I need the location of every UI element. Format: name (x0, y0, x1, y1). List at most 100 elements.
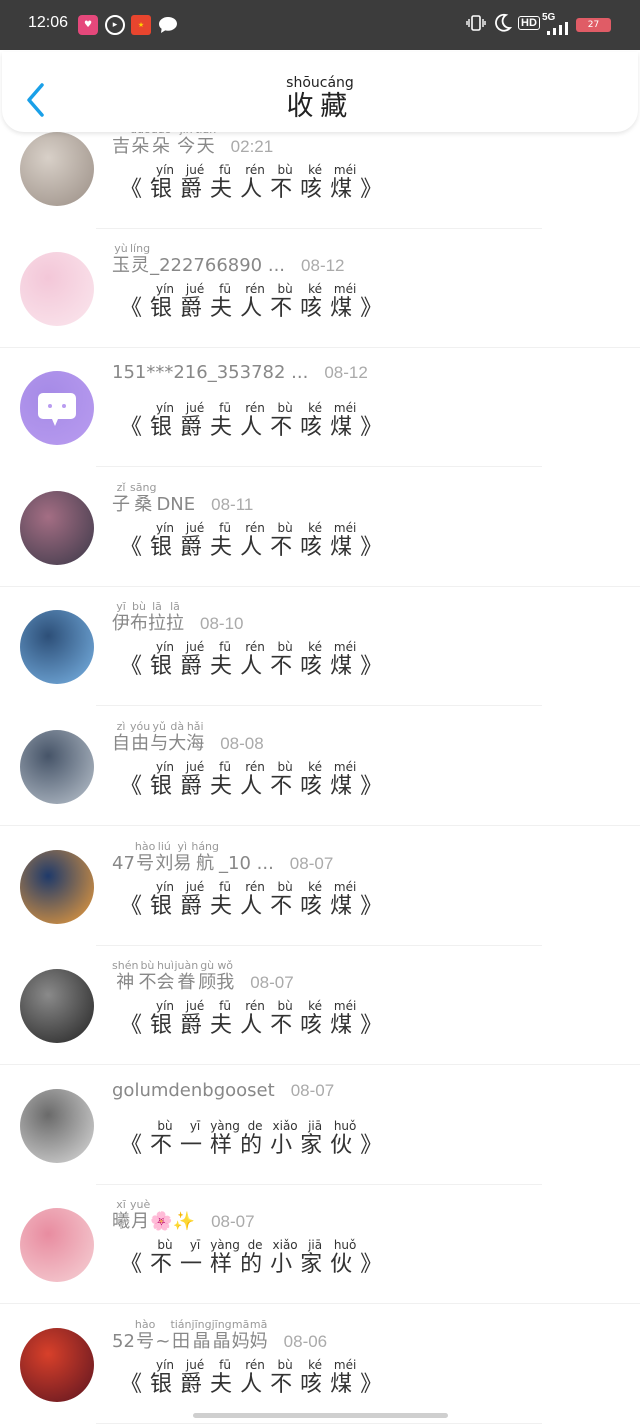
timestamp: 08-07 (211, 1212, 255, 1232)
user-avatar[interactable] (20, 1088, 94, 1163)
favorite-list-item[interactable]: golumdenbgooset 08-07 《不bù一yī样yàng的de小xiǎo… (0, 1068, 640, 1188)
book-title-glyph: 银 (150, 1013, 181, 1039)
book-title-pinyin: rén (240, 879, 271, 894)
book-title-glyph: 爵 (180, 1371, 211, 1397)
book-title-glyph: 煤 (330, 893, 361, 919)
username-char: 海hǎi (186, 720, 205, 754)
title-glyph: 藏 (319, 91, 354, 122)
user-avatar[interactable] (20, 490, 94, 565)
book-title-glyph: 》 (360, 295, 391, 321)
username-pinyin: yǔ (150, 719, 169, 733)
user-avatar[interactable] (20, 251, 94, 326)
favorite-list-item[interactable]: 曦xī月yuè🌸✨ 08-07 《不bù一yī样yàng的de小xiǎo家jiā伙h… (0, 1187, 640, 1307)
favorite-list-item[interactable]: 伊yī布bù拉lā拉lā08-10 《银yín爵jué夫fū人rén不bù咳ké煤… (0, 589, 640, 709)
book-title-glyph: 咳 (300, 295, 331, 321)
username[interactable]: 伊yī布bù拉lā拉lā08-10 (112, 600, 243, 635)
favorite-list-item[interactable]: 自zì由yóu与yǔ大dà海hǎi08-08 《银yín爵jué夫fū人rén不b… (0, 709, 640, 829)
username[interactable]: 子zǐ桑sāngDNE 08-11 (112, 481, 253, 516)
username-pinyin: juàn (174, 959, 199, 973)
favorite-list-item[interactable]: 神shén不bù会huì眷juàn顾gù我wǒ08-07 《银yín爵jué夫fū… (0, 948, 640, 1068)
favorite-list-item[interactable]: 151***216_353782 ... 08-12 《银yín爵jué夫fū人ré… (0, 350, 640, 470)
book-title[interactable]: 《银yín爵jué夫fū人rén不bù咳ké煤méi》 (120, 879, 390, 920)
book-title-char: 小xiǎo (270, 1119, 300, 1158)
username-char: 月yuè (130, 1198, 151, 1233)
username[interactable]: 玉yù灵líng_222766890 ... 08-12 (112, 242, 345, 277)
book-title-pinyin: jué (180, 401, 211, 416)
book-title-glyph: 》 (360, 1371, 391, 1397)
username-char: 由yóu (130, 720, 150, 754)
username-glyph: 我 (216, 972, 235, 994)
username[interactable]: golumdenbgooset 08-07 (112, 1080, 334, 1101)
user-avatar[interactable] (20, 1208, 94, 1283)
book-title-char: 的de (240, 1119, 270, 1158)
favorite-list-item[interactable]: 子zǐ桑sāngDNE 08-11 《银yín爵jué夫fū人rén不bù咳ké煤m… (0, 470, 640, 590)
book-title-glyph: 《 (120, 295, 151, 321)
book-title[interactable]: 《银yín爵jué夫fū人rén不bù咳ké煤méi》 (120, 999, 391, 1039)
favorite-list-item[interactable]: 玉yù灵líng_222766890 ... 08-12 《银yín爵jué夫fū人… (0, 231, 640, 351)
favorite-list-item[interactable]: 47号hào刘liú易yì航háng_10 ... 08-07 《银yín爵jué夫… (0, 829, 640, 949)
username-char: 吉 (112, 136, 130, 157)
book-title-pinyin: ké (300, 281, 331, 296)
username-pinyin: lā (148, 600, 166, 614)
username-char: golumdenbgooset (112, 1080, 275, 1101)
book-title-glyph: 人 (240, 654, 271, 680)
book-title[interactable]: 《银yín爵jué夫fū人rén不bù咳ké煤méi》 (120, 760, 390, 800)
book-title-char: 的de (240, 1238, 270, 1277)
book-title[interactable]: 《银yín爵jué夫fū人rén不bù咳ké煤méi》 (120, 281, 391, 322)
book-title-glyph: 夫 (210, 177, 241, 202)
username[interactable]: 151***216_353782 ... 08-12 (112, 362, 368, 383)
username-char: 🌸✨ (150, 1211, 195, 1232)
book-title[interactable]: 《银yín爵jué夫fū人rén不bù咳ké煤méi》 (120, 1357, 391, 1398)
user-avatar[interactable] (20, 849, 94, 924)
book-title-char: 《 (120, 654, 150, 679)
home-indicator[interactable] (193, 1413, 448, 1418)
book-title-glyph: 《 (120, 1252, 151, 1278)
favorite-list-item[interactable]: 52号hào~田tián晶jīng晶jīng妈mā妈mā08-06 《银yín爵j… (0, 1307, 640, 1427)
book-title-pinyin: yín (150, 1357, 181, 1372)
book-title[interactable]: 《不bù一yī样yàng的de小xiǎo家jiā伙huǒ》 (120, 1238, 390, 1278)
book-title-glyph: 》 (360, 1013, 391, 1039)
book-title[interactable]: 《银yín爵jué夫fū人rén不bù咳ké煤méi》 (120, 163, 390, 203)
book-title[interactable]: 《银yín爵jué夫fū人rén不bù咳ké煤méi》 (120, 520, 390, 561)
user-avatar[interactable] (20, 729, 94, 804)
username[interactable]: 自zì由yóu与yǔ大dà海hǎi 08-08 (112, 719, 264, 755)
username-char: 易yì (173, 840, 191, 874)
username-char: 号hào (135, 1318, 155, 1352)
book-title[interactable]: 《银yín爵jué夫fū人rén不bù咳ké煤méi》 (120, 640, 390, 680)
username-pinyin: huì (156, 959, 175, 973)
play-app-icon: ▸ (105, 15, 125, 35)
user-avatar[interactable] (20, 371, 94, 446)
book-title[interactable]: 《银yín爵jué夫fū人rén不bù咳ké煤méi》 (120, 401, 390, 441)
username[interactable]: 52号hào~田tián晶jīng晶jīng妈mā妈mā08-06 (112, 1318, 327, 1353)
timestamp: 08-07 (290, 1080, 335, 1100)
username[interactable]: 神shén不bù会huì眷juàn顾gù我wǒ 08-07 (112, 959, 294, 994)
user-avatar[interactable] (20, 132, 94, 206)
book-title-pinyin: bù (270, 520, 301, 535)
book-title-char: 一yī (180, 1119, 210, 1158)
book-title-pinyin: yī (180, 1238, 211, 1253)
username[interactable]: 47号hào刘liú易yì航háng_10 ... 08-07 (112, 839, 333, 875)
favorite-list-item[interactable]: 吉朵duǒ朵duǒ 今jīn天tiān 02:21 《银yín爵jué夫fū人rén… (0, 123, 640, 231)
book-title-glyph: 不 (270, 893, 301, 919)
book-title-pinyin: xiǎo (270, 1238, 301, 1253)
book-title-glyph: 《 (120, 177, 151, 202)
book-title-char: 咳ké (300, 640, 330, 679)
username[interactable]: 曦xī月yuè🌸✨ 08-07 (112, 1198, 255, 1233)
book-title-pinyin: jué (180, 1357, 211, 1372)
username-glyph: 月 (130, 1211, 151, 1233)
book-title-glyph: 人 (240, 295, 271, 321)
user-avatar[interactable] (20, 610, 94, 685)
book-title-char: 不bù (270, 999, 300, 1038)
book-title-char: 《 (120, 296, 150, 321)
book-title-pinyin: jué (180, 879, 211, 894)
book-title-pinyin: bù (270, 163, 301, 177)
book-title-pinyin: yín (150, 520, 181, 535)
book-title-pinyin: bù (270, 401, 301, 416)
username-glyph: 海 (186, 732, 205, 754)
user-avatar[interactable] (20, 969, 94, 1044)
username-pinyin: hào (134, 839, 156, 853)
user-avatar[interactable] (20, 1327, 94, 1402)
book-title-glyph: 《 (120, 1132, 151, 1158)
username-pinyin: hǎi (186, 719, 205, 733)
book-title[interactable]: 《不bù一yī样yàng的de小xiǎo家jiā伙huǒ》 (120, 1119, 390, 1159)
